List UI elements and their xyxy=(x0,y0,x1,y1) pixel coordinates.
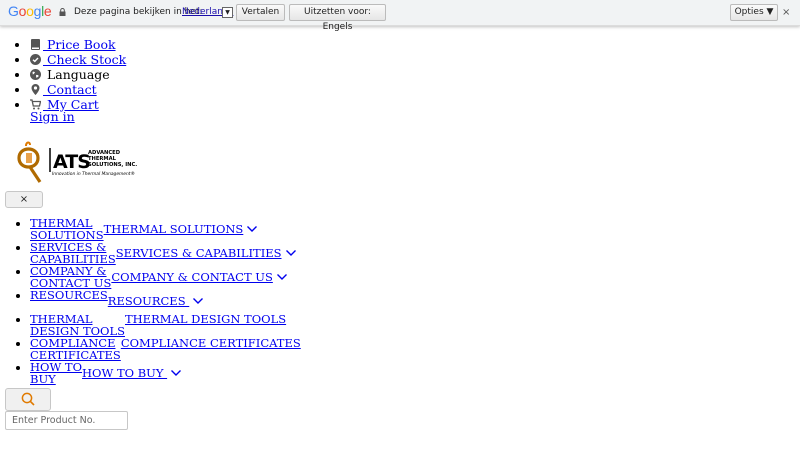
map-pin-icon xyxy=(31,84,40,95)
chevron-down-icon xyxy=(276,274,287,280)
nav-link-resources[interactable]: RESOURCES xyxy=(30,289,108,301)
utility-nav: Price Book Check Stock Language Contact xyxy=(14,37,126,112)
nav-link-services[interactable]: SERVICES & CAPABILITIES xyxy=(30,241,116,265)
svg-text:ATS: ATS xyxy=(53,151,90,173)
nav-link-compliance[interactable]: COMPLIANCE CERTIFICATES xyxy=(30,337,121,361)
chevron-down-icon xyxy=(285,250,296,256)
globe-icon xyxy=(30,69,41,80)
nav-toggle-how-to-buy[interactable]: HOW TO BUY xyxy=(82,367,182,379)
google-logo: Google xyxy=(8,3,52,19)
nav-toggle-resources[interactable]: RESOURCES xyxy=(108,295,204,307)
nav-toggle-thermal-solutions[interactable]: THERMAL SOLUTIONS xyxy=(104,223,258,235)
product-number-input[interactable] xyxy=(5,411,128,430)
language-dropdown-button[interactable]: ▼ xyxy=(222,7,233,18)
nav-item-how-to-buy: HOW TOBUYHOW TO BUY xyxy=(30,361,301,385)
ats-logo[interactable]: ATS ADVANCED THERMAL SOLUTIONS, INC. Inn… xyxy=(16,140,140,184)
check-circle-icon xyxy=(30,54,41,65)
chevron-down-icon xyxy=(247,226,258,232)
nav-toggle-services[interactable]: SERVICES & CAPABILITIES xyxy=(116,247,296,259)
translate-bar: Google Deze pagina bekijken in het: Nede… xyxy=(0,0,800,32)
lock-icon xyxy=(59,8,66,16)
nav-item-services: SERVICES &CAPABILITIESSERVICES & CAPABIL… xyxy=(30,241,301,265)
options-button[interactable]: Opties ▼ xyxy=(730,4,778,21)
close-translate-bar-button[interactable]: × xyxy=(782,7,790,18)
contact-link[interactable]: Contact xyxy=(30,82,97,97)
nav-item-compliance: COMPLIANCECERTIFICATESCOMPLIANCE CERTIFI… xyxy=(30,337,301,361)
nav-link-thermal-solutions[interactable]: THERMAL SOLUTIONS xyxy=(30,217,104,241)
nav-toggle-company[interactable]: COMPANY & CONTACT US xyxy=(111,271,287,283)
nav-item-resources: RESOURCESRESOURCES xyxy=(30,289,301,313)
nav-item-thermal-solutions: THERMALSOLUTIONSTHERMAL SOLUTIONS xyxy=(30,217,301,241)
translate-button[interactable]: Vertalen xyxy=(236,4,285,21)
book-icon xyxy=(31,39,40,50)
nav-link-design-tools[interactable]: THERMAL DESIGN TOOLS xyxy=(30,313,125,337)
nav-link-company[interactable]: COMPANY & CONTACT US xyxy=(30,265,111,289)
main-nav: THERMALSOLUTIONSTHERMAL SOLUTIONS SERVIC… xyxy=(14,217,301,385)
check-stock-link[interactable]: Check Stock xyxy=(30,52,126,67)
sign-in-link[interactable]: Sign in xyxy=(30,109,75,124)
nav-dup-design-tools[interactable]: THERMAL DESIGN TOOLS xyxy=(125,313,286,325)
nav-dup-compliance[interactable]: COMPLIANCE CERTIFICATES xyxy=(121,337,301,349)
nav-link-how-to-buy[interactable]: HOW TO BUY xyxy=(30,361,82,385)
nav-item-design-tools: THERMALDESIGN TOOLSTHERMAL DESIGN TOOLS xyxy=(30,313,301,337)
nav-item-company: COMPANY &CONTACT USCOMPANY & CONTACT US xyxy=(30,265,301,289)
utility-item-contact: Contact xyxy=(30,82,126,97)
svg-text:SOLUTIONS, INC.: SOLUTIONS, INC. xyxy=(88,162,137,168)
svg-text:Innovation in Thermal Manageme: Innovation in Thermal Management® xyxy=(52,170,135,177)
language-label: Language xyxy=(43,67,110,82)
utility-item-check-stock: Check Stock xyxy=(30,52,126,67)
chevron-down-icon xyxy=(171,370,182,376)
turn-off-button[interactable]: Uitzetten voor: Engels xyxy=(289,4,386,32)
close-menu-button[interactable]: × xyxy=(5,191,43,208)
price-book-link[interactable]: Price Book xyxy=(30,37,116,52)
search-button[interactable] xyxy=(5,388,51,411)
search-icon xyxy=(21,392,35,406)
utility-item-price-book: Price Book xyxy=(30,37,126,52)
utility-item-language[interactable]: Language xyxy=(30,67,126,82)
chevron-down-icon xyxy=(193,298,204,304)
